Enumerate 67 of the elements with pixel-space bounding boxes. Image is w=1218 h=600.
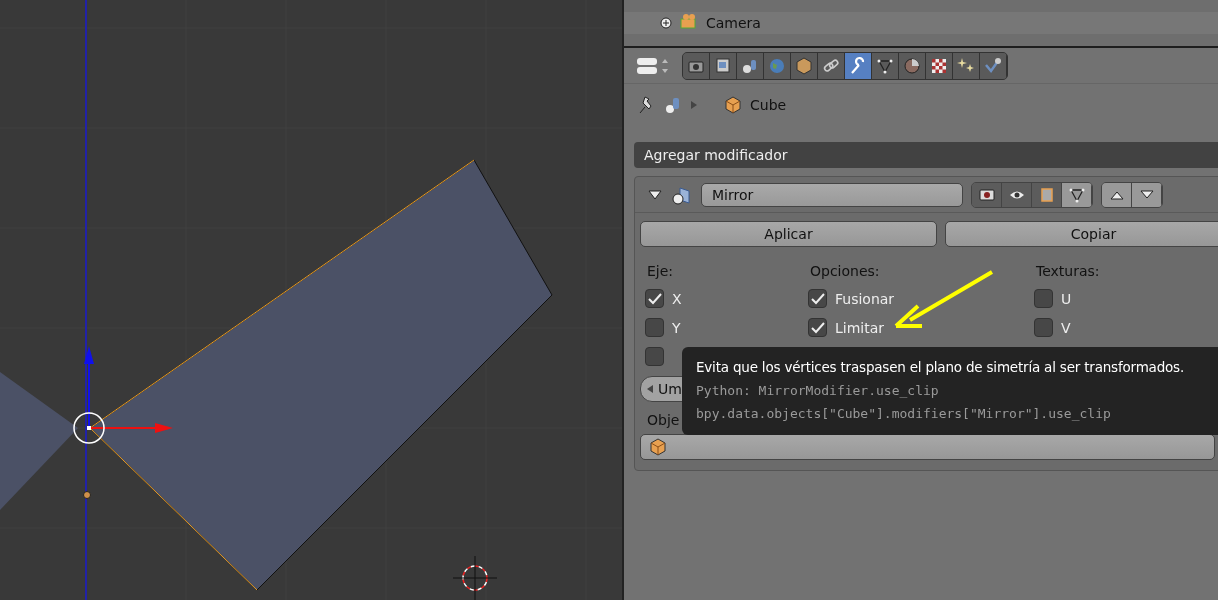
tooltip-text: Evita que los vértices traspasen el plano de simetría al ser transformados. — [696, 359, 1186, 375]
properties-tab[interactable] — [818, 52, 845, 79]
properties-tab[interactable] — [899, 52, 926, 79]
checkbox-option[interactable]: Limitar — [808, 318, 885, 337]
properties-tab[interactable] — [980, 52, 1007, 79]
expand-icon[interactable] — [660, 17, 672, 29]
cube-icon — [724, 96, 742, 114]
checkbox[interactable] — [645, 347, 664, 366]
checkbox-option[interactable]: Y — [645, 318, 681, 337]
checkbox-label: Fusionar — [835, 290, 895, 307]
checkbox-label: U — [1061, 290, 1072, 307]
down-triangle-icon — [1139, 189, 1154, 200]
transform-manipulator[interactable] — [73, 346, 173, 444]
object-name: Cube — [750, 97, 787, 113]
toggle-button[interactable] — [972, 182, 1002, 207]
checkbox[interactable] — [645, 289, 664, 308]
toggle-button[interactable] — [1002, 182, 1032, 207]
field-label: Obje — [647, 412, 680, 428]
collapse-triangle-icon[interactable] — [647, 188, 663, 201]
3d-cursor-icon — [452, 555, 498, 600]
move-up-button[interactable] — [1102, 182, 1132, 207]
checkbox[interactable] — [808, 289, 827, 308]
checkbox[interactable] — [1034, 289, 1053, 308]
modifier-action-button[interactable]: Copiar — [945, 221, 1218, 247]
properties-tab[interactable] — [737, 52, 764, 79]
checkbox[interactable] — [645, 318, 664, 337]
checkmark-icon — [810, 321, 825, 334]
checkbox-option[interactable]: V — [1034, 318, 1071, 337]
mirror-object-field[interactable] — [640, 434, 1215, 460]
tooltip-path: bpy.data.objects["Cube"].modifiers["Mirror"].use_clip — [696, 406, 1112, 421]
checkbox-label: X — [672, 290, 682, 307]
outliner-label[interactable]: Camera — [706, 15, 761, 31]
field-label: Um — [658, 381, 682, 397]
modifier-action-button[interactable]: Aplicar — [640, 221, 937, 247]
checkbox-option[interactable]: X — [645, 289, 682, 308]
tooltip-python: Python: MirrorModifier.use_clip — [696, 383, 940, 398]
column-label: Eje: — [646, 263, 675, 279]
properties-tab[interactable] — [710, 52, 737, 79]
checkbox-label: V — [1061, 319, 1071, 336]
properties-tab[interactable] — [926, 52, 953, 79]
sphere-icon — [902, 55, 922, 76]
column-label: Texturas: — [1035, 263, 1101, 279]
add-modifier-dropdown[interactable]: Agregar modificador — [634, 142, 1218, 168]
object-data-icon — [664, 95, 682, 115]
toggle-button[interactable] — [1062, 182, 1092, 207]
cube-icon — [649, 438, 667, 456]
checkbox-label: Y — [672, 319, 681, 336]
checkbox-option[interactable]: U — [1034, 289, 1072, 308]
checkbox[interactable] — [1034, 318, 1053, 337]
breadcrumb-arrow-icon — [690, 100, 698, 110]
column-label: Opciones: — [809, 263, 881, 279]
move-down-button[interactable] — [1132, 182, 1162, 207]
properties-tab[interactable] — [953, 52, 980, 79]
cube-icon — [794, 55, 814, 76]
checkbox-option[interactable]: Fusionar — [808, 289, 895, 308]
checkbox-label: Limitar — [835, 319, 885, 336]
picture-icon — [713, 55, 733, 76]
left-arrow-icon — [646, 384, 654, 394]
origin-dot — [83, 491, 91, 499]
properties-tab[interactable] — [845, 52, 872, 79]
outliner-row[interactable]: Camera — [624, 12, 1218, 34]
toggle-button[interactable] — [1032, 182, 1062, 207]
modifier-name-field[interactable]: Mirror — [701, 182, 963, 207]
up-triangle-icon — [1109, 189, 1124, 200]
checkmark-icon — [647, 292, 662, 305]
checkbox[interactable] — [808, 318, 827, 337]
checkmark-icon — [810, 292, 825, 305]
